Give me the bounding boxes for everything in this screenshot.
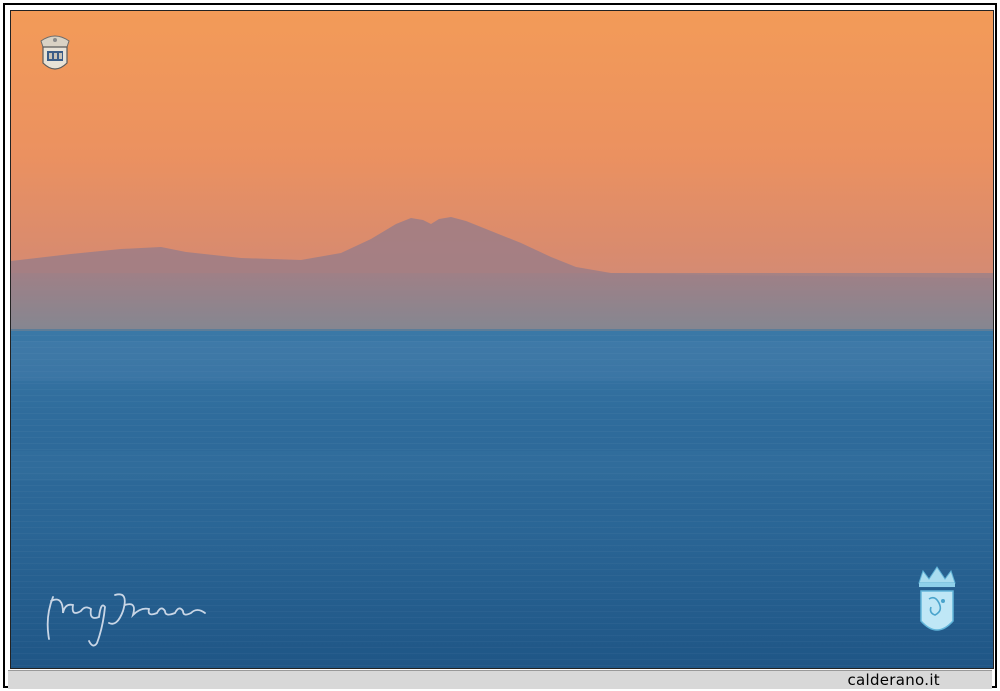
sea-sheen (11, 341, 993, 381)
horizon-line (11, 329, 993, 331)
site-credit: calderano.it (847, 671, 940, 689)
landscape-photo (10, 10, 994, 669)
photo-frame: calderano.it (3, 3, 997, 689)
landscape-scene (11, 11, 993, 668)
municipal-emblem-icon (40, 35, 70, 70)
crowned-crest-icon (918, 566, 956, 631)
haze-band (11, 273, 993, 331)
caption-bar: calderano.it (8, 670, 992, 689)
sea-sheen-low (11, 451, 993, 481)
signature-icon (46, 593, 206, 647)
